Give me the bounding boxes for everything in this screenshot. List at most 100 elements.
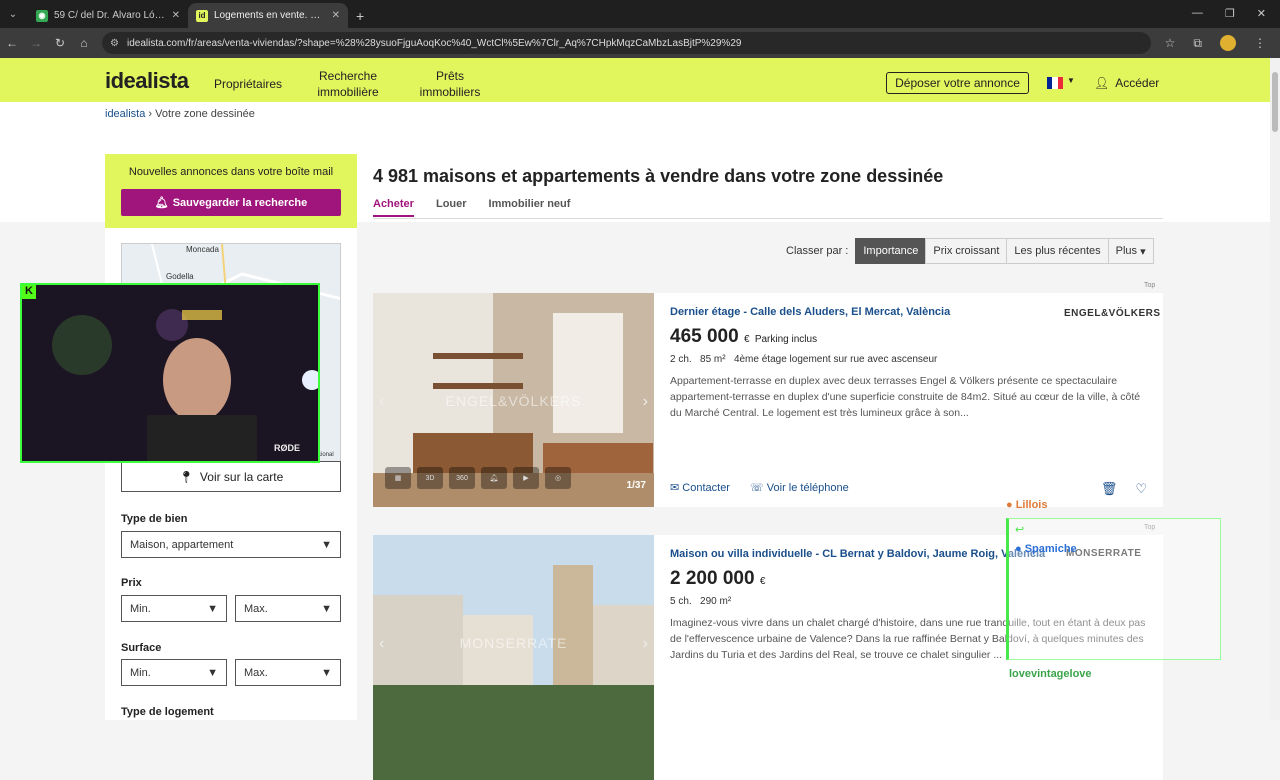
- chat-user-1: ● Lillois: [1006, 499, 1048, 511]
- reply-icon: ↩: [1015, 524, 1025, 536]
- dropdown-caret-icon: ▼: [321, 602, 332, 615]
- tab-buy[interactable]: Acheter: [373, 198, 414, 217]
- tour-360-icon[interactable]: 360: [449, 467, 475, 489]
- sort-more-button[interactable]: Plus ▾: [1107, 238, 1154, 264]
- listing-price: 465 000 € Parking inclus: [670, 326, 817, 348]
- price-currency: €: [759, 576, 766, 587]
- scrollbar-thumb[interactable]: [1272, 72, 1278, 132]
- listing-description[interactable]: Appartement-terrasse en duplex avec deux…: [670, 373, 1150, 421]
- listing-actions: ✉ Contacter ☏ Voir le téléphone: [670, 481, 849, 494]
- price-label: Prix: [121, 577, 142, 589]
- contact-button[interactable]: ✉ Contacter: [670, 481, 730, 494]
- listing-photo[interactable]: ENGEL&VÖLKERS ‹ › ▦ 3D 360 🔔︎ ▶ ◎ 1/37: [373, 293, 654, 507]
- home-icon[interactable]: ⌂: [72, 36, 96, 50]
- floorplan-icon[interactable]: ▦: [385, 467, 411, 489]
- map-attribution: cional: [318, 452, 334, 458]
- save-search-button[interactable]: 🔔︎ Sauvegarder la recherche: [121, 189, 341, 216]
- prev-photo-icon[interactable]: ‹: [379, 635, 384, 653]
- back-icon[interactable]: ←: [0, 36, 24, 50]
- minimize-icon[interactable]: —: [1192, 7, 1203, 20]
- location-pin-icon[interactable]: ◎: [545, 467, 571, 489]
- see-on-map-label: Voir sur la carte: [199, 469, 284, 484]
- french-flag-icon[interactable]: [1047, 77, 1063, 89]
- show-phone-button[interactable]: ☏ Voir le téléphone: [750, 481, 849, 494]
- contact-label: Contacter: [682, 482, 730, 494]
- streamer-webcam-overlay: K RØDE: [20, 283, 320, 463]
- nav-owners[interactable]: Propriétaires: [214, 76, 282, 92]
- sort-bar: Classer par : Importance Prix croissant …: [786, 238, 1154, 264]
- next-photo-icon[interactable]: ›: [643, 393, 648, 411]
- breadcrumb-home-link[interactable]: idealista: [105, 108, 145, 120]
- alert-bell-icon[interactable]: 🔔︎: [481, 467, 507, 489]
- detail-area: 290 m²: [700, 596, 732, 607]
- site-info-icon[interactable]: ⚙: [110, 38, 119, 49]
- url-text: idealista.com/fr/areas/venta-viviendas/?…: [126, 37, 742, 49]
- nav-real-estate-search[interactable]: Recherche immobilière: [312, 68, 384, 100]
- photo-watermark: MONSERRATE: [459, 635, 568, 651]
- chevron-down-icon[interactable]: ▼: [1067, 76, 1075, 85]
- maximize-icon[interactable]: ❐: [1225, 7, 1235, 20]
- price-max-select[interactable]: Max. ▼: [235, 595, 341, 622]
- heart-icon[interactable]: ♡: [1135, 481, 1147, 497]
- sort-recent-button[interactable]: Les plus récentes: [1006, 238, 1109, 264]
- new-tab-button[interactable]: +: [348, 8, 372, 28]
- listing-card[interactable]: ENGEL&VÖLKERS ‹ › ▦ 3D 360 🔔︎ ▶ ◎ 1/37 D…: [373, 293, 1163, 507]
- url-field[interactable]: ⚙ idealista.com/fr/areas/venta-viviendas…: [102, 32, 1151, 54]
- sort-label: Classer par :: [786, 245, 849, 257]
- bookmark-star-icon[interactable]: ☆: [1165, 36, 1176, 50]
- chat-highlight-box: ↩ ● Spamiche: [1006, 518, 1221, 660]
- listing-title-link[interactable]: Dernier étage - Calle dels Aluders, El M…: [670, 306, 950, 318]
- prev-photo-icon[interactable]: ‹: [379, 393, 384, 411]
- surface-max-select[interactable]: Max. ▼: [235, 659, 341, 686]
- extensions-icon[interactable]: ⧉: [1193, 36, 1202, 51]
- login-link[interactable]: 👤︎ Accéder: [1094, 76, 1159, 90]
- listing-title-link[interactable]: Maison ou villa individuelle - CL Bernat…: [670, 548, 1045, 560]
- tab-maps[interactable]: ◉ 59 C/ del Dr. Álvaro López - Go ✕: [28, 3, 188, 28]
- dropdown-caret-icon: ▼: [207, 602, 218, 615]
- tab-rent[interactable]: Louer: [436, 198, 467, 217]
- close-window-icon[interactable]: ✕: [1257, 7, 1266, 20]
- price-extra: Parking inclus: [754, 334, 818, 345]
- map-pin-icon: 📍︎: [178, 469, 194, 484]
- idealista-logo[interactable]: idealista: [105, 68, 189, 94]
- price-max-value: Max.: [244, 602, 268, 615]
- stream-chat-overlay: ● Lillois ↩ ● Spamiche lovevintagelove: [1006, 496, 1226, 686]
- surface-min-select[interactable]: Min. ▼: [121, 659, 227, 686]
- price-min-select[interactable]: Min. ▼: [121, 595, 227, 622]
- tour-3d-icon[interactable]: 3D: [417, 467, 443, 489]
- page-title: 4 981 maisons et appartements à vendre d…: [373, 166, 944, 186]
- reload-icon[interactable]: ↻: [48, 36, 72, 50]
- tab-idealista[interactable]: id Logements en vente. Logements ✕: [188, 3, 348, 28]
- property-type-select[interactable]: Maison, appartement ▼: [121, 531, 341, 558]
- profile-avatar[interactable]: [1220, 35, 1236, 51]
- nav-mortgages[interactable]: Prêts immobiliers: [414, 68, 486, 100]
- see-on-map-button[interactable]: 📍︎ Voir sur la carte: [121, 461, 341, 492]
- trash-icon[interactable]: 🗑︎: [1101, 481, 1118, 497]
- tab-new-build[interactable]: Immobilier neuf: [489, 198, 571, 217]
- agency-logo[interactable]: ENGEL&VÖLKERS: [1064, 308, 1161, 319]
- chat-username: Lillois: [1015, 499, 1048, 511]
- video-icon[interactable]: ▶: [513, 467, 539, 489]
- sort-price-asc-button[interactable]: Prix croissant: [925, 238, 1008, 264]
- map-label-moncada: Moncada: [186, 245, 219, 254]
- idealista-favicon-icon: id: [196, 9, 208, 22]
- post-ad-button[interactable]: Déposer votre annonce: [886, 72, 1029, 94]
- listing-photo[interactable]: MONSERRATE ‹ ›: [373, 535, 654, 780]
- close-tab-icon[interactable]: ✕: [332, 10, 340, 21]
- close-tab-icon[interactable]: ✕: [172, 10, 180, 21]
- listing-details: 2 ch. 85 m² 4ème étage logement sur rue …: [670, 354, 937, 365]
- detail-rooms: 5 ch.: [670, 596, 692, 607]
- dropdown-caret-icon: ▼: [207, 666, 218, 679]
- next-photo-icon[interactable]: ›: [643, 635, 648, 653]
- menu-icon[interactable]: ⋮: [1254, 36, 1266, 50]
- operation-tabs: Acheter Louer Immobilier neuf: [373, 198, 570, 217]
- forward-icon[interactable]: →: [24, 36, 48, 50]
- address-bar-row: ← → ↻ ⌂ ⚙ idealista.com/fr/areas/venta-v…: [0, 28, 1280, 58]
- site-header: idealista Propriétaires Recherche immobi…: [0, 58, 1270, 102]
- dropdown-caret-icon: ▼: [321, 538, 332, 551]
- page-scrollbar[interactable]: [1270, 58, 1280, 720]
- photo-watermark: ENGEL&VÖLKERS: [445, 393, 582, 409]
- surface-min-value: Min.: [130, 666, 151, 679]
- sort-importance-button[interactable]: Importance: [855, 238, 927, 264]
- tab-search-icon[interactable]: ⌄: [2, 3, 24, 25]
